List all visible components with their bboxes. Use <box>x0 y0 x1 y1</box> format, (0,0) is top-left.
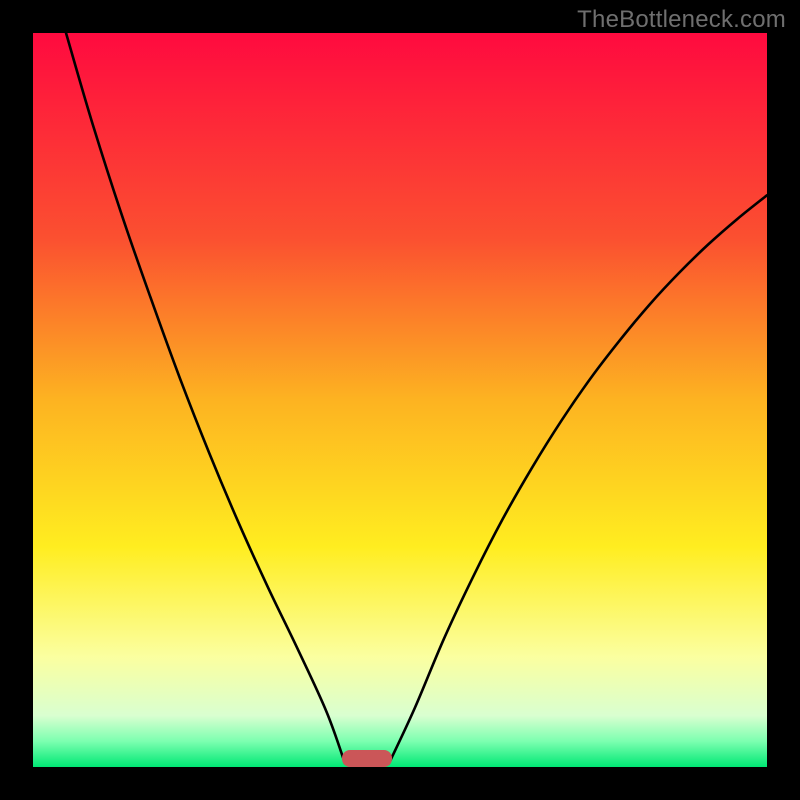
left-curve <box>66 33 345 763</box>
curves-layer <box>33 33 767 767</box>
watermark-text: TheBottleneck.com <box>577 6 786 34</box>
right-curve <box>389 195 767 763</box>
bottleneck-marker <box>342 750 392 767</box>
chart-frame: TheBottleneck.com <box>0 0 800 800</box>
